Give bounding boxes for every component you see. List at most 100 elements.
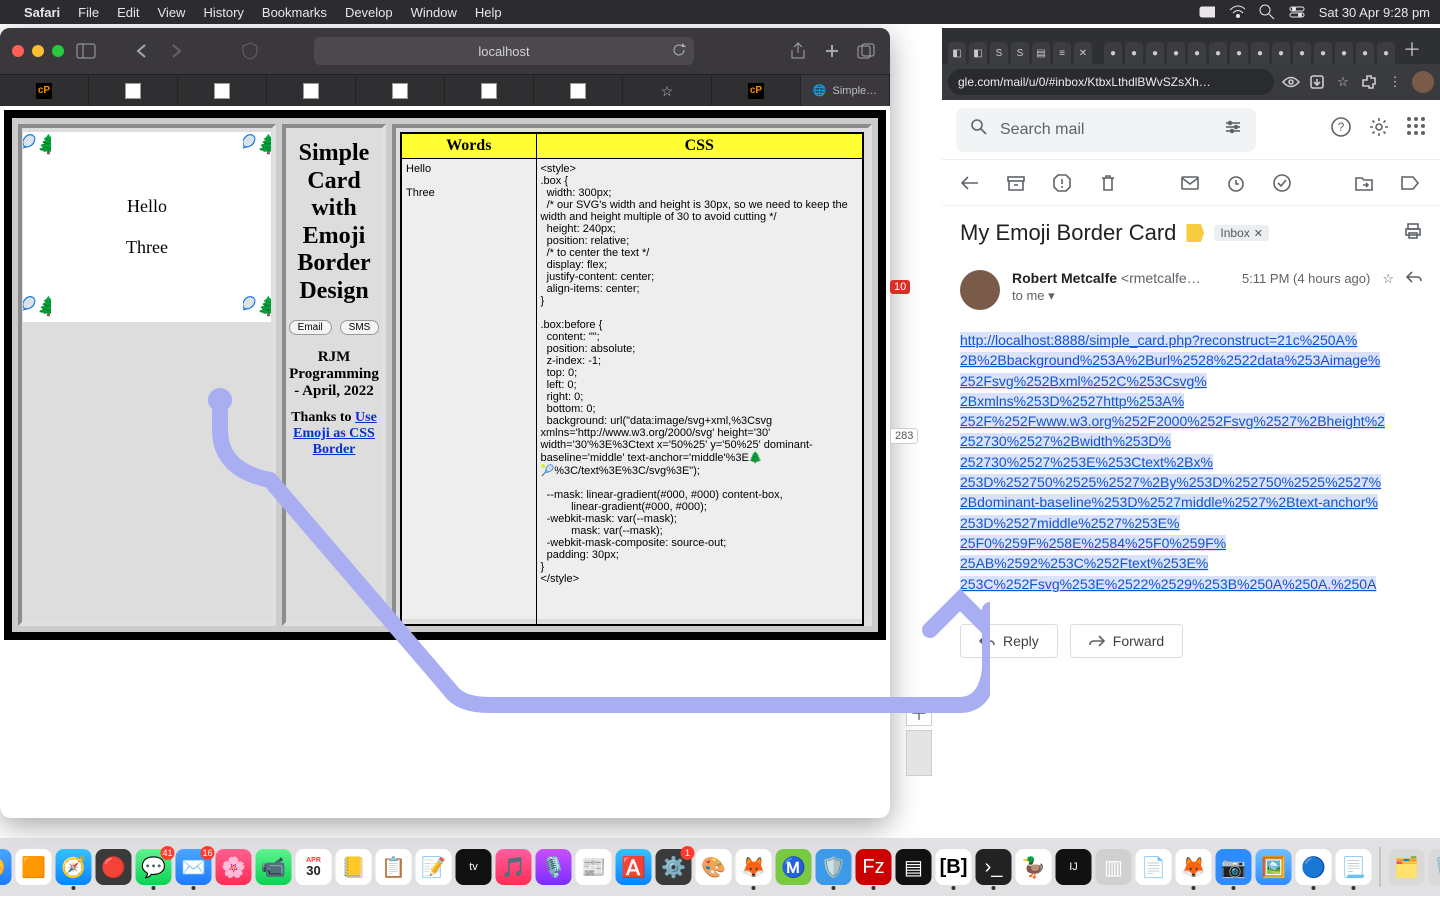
chrome-tab[interactable]: ●: [1377, 42, 1395, 64]
eye-icon[interactable]: [1282, 73, 1300, 91]
chrome-tab[interactable]: ●: [1125, 42, 1143, 64]
dock-news[interactable]: 📰: [576, 849, 612, 885]
dock-finder[interactable]: 😊: [0, 849, 12, 885]
chrome-tab[interactable]: ●: [1272, 42, 1290, 64]
safari-tab[interactable]: [445, 75, 534, 106]
menu-bookmarks[interactable]: Bookmarks: [262, 5, 327, 20]
dock-messages[interactable]: 💬41: [136, 849, 172, 885]
dock-safari[interactable]: 🧭: [56, 849, 92, 885]
chrome-tab[interactable]: S: [990, 42, 1008, 64]
star-icon[interactable]: ☆: [1382, 271, 1394, 287]
chrome-tab[interactable]: ●: [1356, 42, 1374, 64]
dock-textedit[interactable]: 📃: [1336, 849, 1372, 885]
safari-tab-active[interactable]: 🌐 Simple…: [801, 75, 890, 106]
dock-facetime[interactable]: 📹: [256, 849, 292, 885]
dock-reminders[interactable]: 📋: [376, 849, 412, 885]
sms-button[interactable]: SMS: [340, 320, 380, 335]
chrome-tab[interactable]: ●: [1146, 42, 1164, 64]
chrome-tab[interactable]: ≡: [1053, 42, 1071, 64]
dock-appstore[interactable]: 🅰️: [616, 849, 652, 885]
chrome-tab[interactable]: ●: [1314, 42, 1332, 64]
settings-gear-icon[interactable]: [1368, 116, 1390, 143]
zoom-window-button[interactable]: [52, 45, 64, 57]
label-tag-icon[interactable]: [1186, 224, 1204, 242]
search-options-icon[interactable]: [1224, 119, 1242, 140]
dock-intellij[interactable]: IJ: [1056, 849, 1092, 885]
safari-address-bar[interactable]: localhost: [314, 37, 694, 65]
forward-button[interactable]: Forward: [1070, 624, 1183, 658]
archive-icon[interactable]: [1006, 173, 1026, 193]
chrome-tab[interactable]: ●: [1251, 42, 1269, 64]
chrome-tab[interactable]: ●: [1209, 42, 1227, 64]
report-spam-icon[interactable]: [1052, 173, 1072, 193]
chrome-tab[interactable]: ▤: [1032, 42, 1050, 64]
dock-music[interactable]: 🎵: [496, 849, 532, 885]
shield-icon[interactable]: [238, 39, 262, 63]
recipient-line[interactable]: to me ▾: [1012, 288, 1201, 304]
close-window-button[interactable]: [12, 45, 24, 57]
minimize-window-button[interactable]: [32, 45, 44, 57]
dock-screenshot[interactable]: 🖼️: [1256, 849, 1292, 885]
sheet-add-tab-button[interactable]: ＋: [906, 700, 932, 726]
profile-avatar-icon[interactable]: [1412, 71, 1434, 93]
sidebar-toggle-icon[interactable]: [74, 39, 98, 63]
chrome-tab[interactable]: ●: [1167, 42, 1185, 64]
battery-icon[interactable]: [1199, 5, 1215, 19]
dock-zoom[interactable]: 📷: [1216, 849, 1252, 885]
menu-window[interactable]: Window: [411, 5, 457, 20]
wifi-icon[interactable]: [1229, 5, 1245, 19]
add-to-tasks-icon[interactable]: [1272, 173, 1292, 193]
dock-contacts[interactable]: 📒: [336, 849, 372, 885]
back-arrow-icon[interactable]: [960, 173, 980, 193]
dock-calendar[interactable]: APR30: [296, 849, 332, 885]
reply-button[interactable]: Reply: [960, 624, 1058, 658]
safari-tab[interactable]: [356, 75, 445, 106]
dock-settings[interactable]: ⚙️1: [656, 849, 692, 885]
dock-generic1[interactable]: ▤: [896, 849, 932, 885]
move-to-icon[interactable]: [1354, 173, 1374, 193]
chrome-tab-close-icon[interactable]: ✕: [1074, 42, 1092, 64]
chrome-tab[interactable]: ◧: [969, 42, 987, 64]
safari-tab[interactable]: [178, 75, 267, 106]
dock-firefox[interactable]: 🦊: [736, 849, 772, 885]
support-icon[interactable]: ?: [1330, 116, 1352, 143]
safari-tab[interactable]: cP: [712, 75, 801, 106]
safari-tab[interactable]: cP: [0, 75, 89, 106]
dock-filezilla[interactable]: Fz: [856, 849, 892, 885]
reply-icon[interactable]: [1406, 270, 1422, 287]
safari-tab[interactable]: ☆: [623, 75, 712, 106]
chrome-tab[interactable]: ●: [1293, 42, 1311, 64]
safari-tab[interactable]: [267, 75, 356, 106]
menu-history[interactable]: History: [203, 5, 243, 20]
dock-mamp[interactable]: Ⓜ️: [776, 849, 812, 885]
control-center-icon[interactable]: [1289, 5, 1305, 19]
share-icon[interactable]: [786, 39, 810, 63]
reload-icon[interactable]: [672, 43, 686, 60]
chrome-tab[interactable]: S: [1011, 42, 1029, 64]
mail-content-link[interactable]: http://localhost:8888/simple_card.php?re…: [960, 330, 1422, 594]
install-icon[interactable]: [1308, 73, 1326, 91]
dock-opera[interactable]: 🔴: [96, 849, 132, 885]
words-textarea[interactable]: [402, 159, 536, 619]
remove-label-icon[interactable]: ✕: [1254, 227, 1263, 240]
dock-terminal[interactable]: ›_: [976, 849, 1012, 885]
print-icon[interactable]: [1404, 220, 1422, 246]
dock-gimp[interactable]: 🦊: [1176, 849, 1212, 885]
menu-edit[interactable]: Edit: [117, 5, 139, 20]
chrome-address-bar[interactable]: gle.com/mail/u/0/#inbox/KtbxLthdlBWvSZsX…: [948, 69, 1274, 95]
extensions-icon[interactable]: [1360, 73, 1378, 91]
nav-back-icon[interactable]: [130, 39, 154, 63]
safari-tab[interactable]: [89, 75, 178, 106]
mark-unread-icon[interactable]: [1180, 173, 1200, 193]
snooze-icon[interactable]: [1226, 173, 1246, 193]
dock-launchpad[interactable]: 🟧: [16, 849, 52, 885]
dock-chrome[interactable]: 🔵: [1296, 849, 1332, 885]
email-button[interactable]: Email: [289, 320, 332, 335]
nav-forward-icon[interactable]: [164, 39, 188, 63]
tab-overview-icon[interactable]: [854, 39, 878, 63]
chrome-new-tab-button[interactable]: ＋: [1403, 36, 1421, 62]
labels-icon[interactable]: [1400, 173, 1420, 193]
chrome-tab[interactable]: ●: [1104, 42, 1122, 64]
apps-grid-icon[interactable]: [1406, 116, 1426, 143]
dock-downloads[interactable]: 🗂️: [1389, 849, 1425, 885]
